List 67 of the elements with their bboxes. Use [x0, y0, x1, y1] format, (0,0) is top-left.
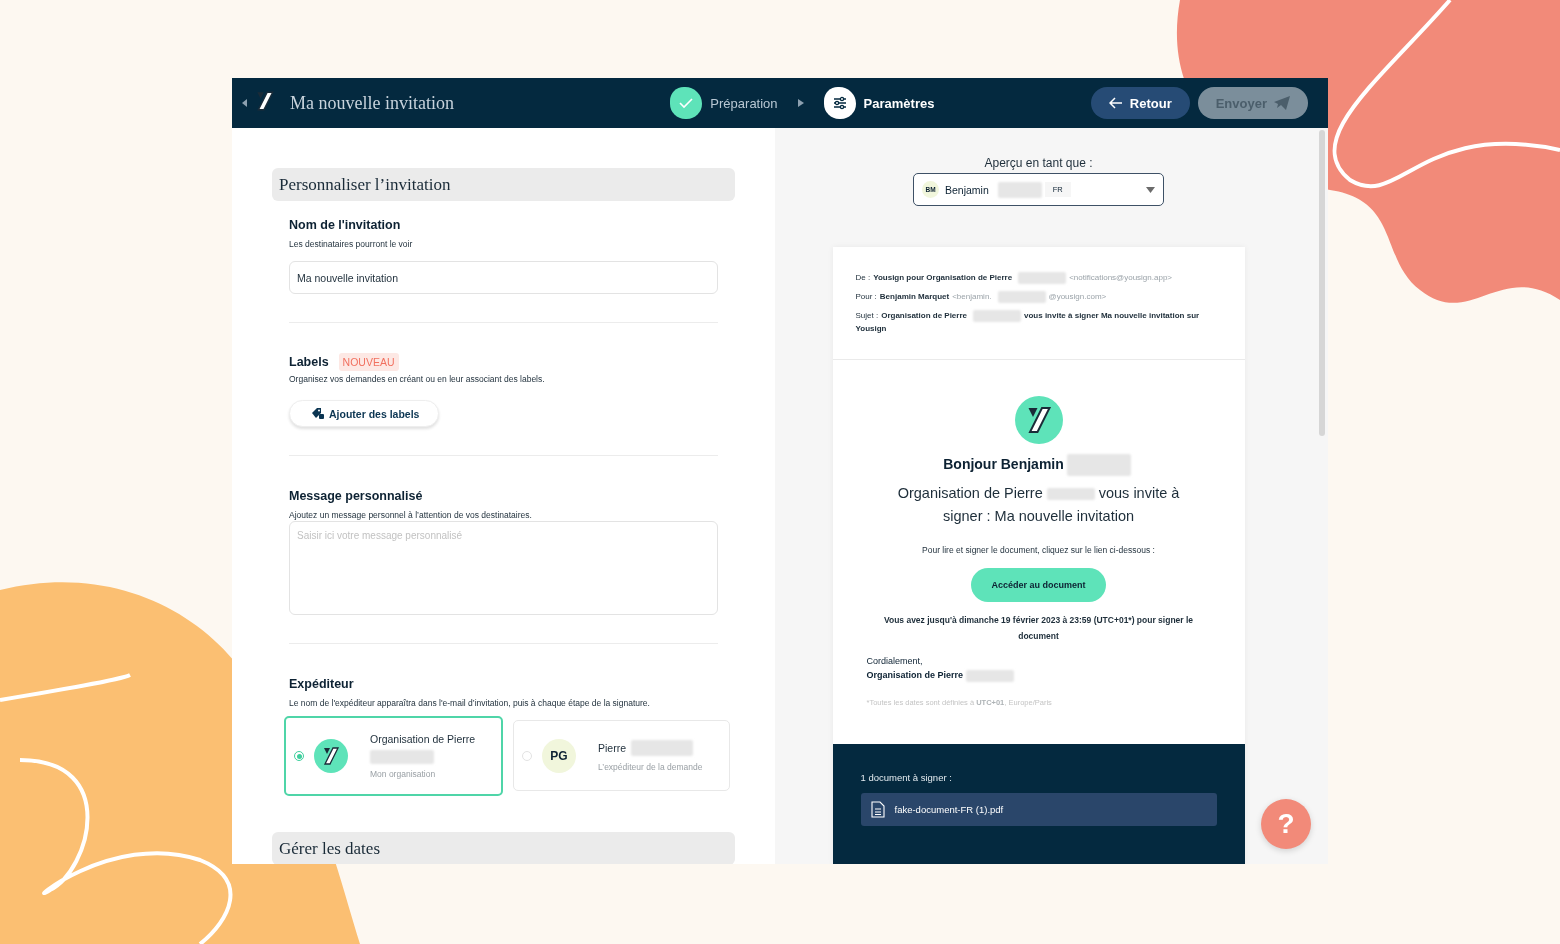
- document-item[interactable]: fake-document-FR (1).pdf: [860, 793, 1217, 826]
- email-address: <benjamin.: [952, 291, 992, 303]
- blurred-text: [1066, 454, 1131, 476]
- blurred-text: [973, 309, 1021, 322]
- email-text: Organisation de Pierre: [866, 670, 964, 681]
- blurred-text: [1046, 488, 1095, 501]
- email-address: @yousign.com>: [1048, 291, 1107, 303]
- header-value: Benjamin Marquet: [879, 291, 950, 303]
- blurred-text: [997, 181, 1042, 198]
- step-label[interactable]: Paramètres: [863, 95, 935, 111]
- sender-name: Pierre: [598, 741, 626, 754]
- field-hint: Le nom de l'expéditeur apparaîtra dans l'e-mail d’invitation, puis à chaque étape de la signature.: [289, 698, 651, 708]
- deadline-text: Vous avez jusqu'à dimanche 19 février 2023 à 23:59 (UTC+01*) pour signer le document: [882, 614, 1195, 643]
- email-address: <notifications@yousign.app>: [1069, 272, 1172, 284]
- documents-label: 1 document à signer :: [860, 772, 953, 783]
- recipient-name: Benjamin: [945, 183, 989, 196]
- add-labels-button[interactable]: Ajouter des labels: [289, 400, 440, 427]
- document-icon: [870, 801, 885, 818]
- logo-icon: [254, 90, 276, 112]
- preview-label: Aperçu en tant que :: [984, 156, 1093, 170]
- header-value: Yousign pour Organisation de Pierre: [873, 272, 1013, 284]
- window-title: Ma nouvelle invitation: [290, 92, 454, 114]
- section-header: Gérer les dates: [272, 832, 735, 864]
- field-label: Expéditeur: [289, 677, 354, 691]
- blurred-text: [966, 670, 1015, 682]
- header-value: Yousign: [855, 323, 887, 335]
- sender-subtitle: Mon organisation: [370, 769, 437, 779]
- section-header: Personnaliser l’invitation: [272, 168, 735, 201]
- field-hint: Les destinataires pourront le voir: [289, 239, 414, 249]
- instruction-text: Pour lire et signer le document, cliquez sur le lien ci-dessous :: [922, 544, 1155, 557]
- back-arrow-icon[interactable]: [242, 99, 248, 107]
- field-hint: Organisez vos demandes en créant ou en leur associant des labels.: [289, 374, 546, 384]
- field-label: Labels: [289, 355, 329, 369]
- sender-option[interactable]: Organisation de Pierre Mon organisation: [284, 716, 503, 796]
- field-label: Message personnalisé: [289, 489, 423, 503]
- blurred-text: [1018, 271, 1067, 284]
- header-value: Organisation de Pierre: [881, 310, 967, 322]
- sender-name: Organisation de Pierre: [370, 733, 476, 745]
- dropdown-caret-icon: [1146, 186, 1155, 193]
- closing-text: Cordialement,: [866, 656, 924, 666]
- sender-option[interactable]: PG Pierre L’expéditeur de la demande: [513, 720, 730, 791]
- field-hint: Ajoutez un message personnel à l’attention de vos destinataires.: [289, 510, 533, 520]
- header-label: Pour :: [855, 291, 877, 303]
- blurred-text: [370, 750, 434, 764]
- chevron-icon: [797, 99, 804, 107]
- email-text: vous invite à: [1098, 484, 1180, 503]
- greeting-text: Bonjour Benjamin: [943, 455, 1064, 472]
- blurred-text: [631, 739, 693, 756]
- email-text: signer : Ma nouvelle invitation: [943, 507, 1134, 526]
- sender-subtitle: L’expéditeur de la demande: [598, 761, 703, 772]
- logo-icon: [321, 746, 341, 766]
- step-label[interactable]: Préparation: [710, 95, 778, 111]
- header-value: vous invite à signer Ma nouvelle invitation sur: [1024, 310, 1200, 322]
- initials-avatar: PG: [542, 738, 576, 773]
- field-label: Nom de l'invitation: [289, 218, 401, 232]
- invitation-name-field[interactable]: Ma nouvelle invitation: [289, 261, 718, 294]
- paper-plane-icon: [1274, 96, 1290, 110]
- access-document-button[interactable]: Accéder au document: [971, 568, 1106, 602]
- header-label: De :: [855, 272, 871, 284]
- scrollbar[interactable]: [1319, 130, 1325, 436]
- header-label: Sujet :: [855, 310, 879, 322]
- tag-icon: [312, 408, 324, 419]
- back-button[interactable]: Retour: [1090, 87, 1190, 119]
- arrow-left-icon: [1108, 97, 1123, 109]
- new-badge: NOUVEAU: [338, 353, 399, 371]
- blurred-text: [997, 290, 1046, 303]
- email-text: Organisation de Pierre: [897, 484, 1043, 503]
